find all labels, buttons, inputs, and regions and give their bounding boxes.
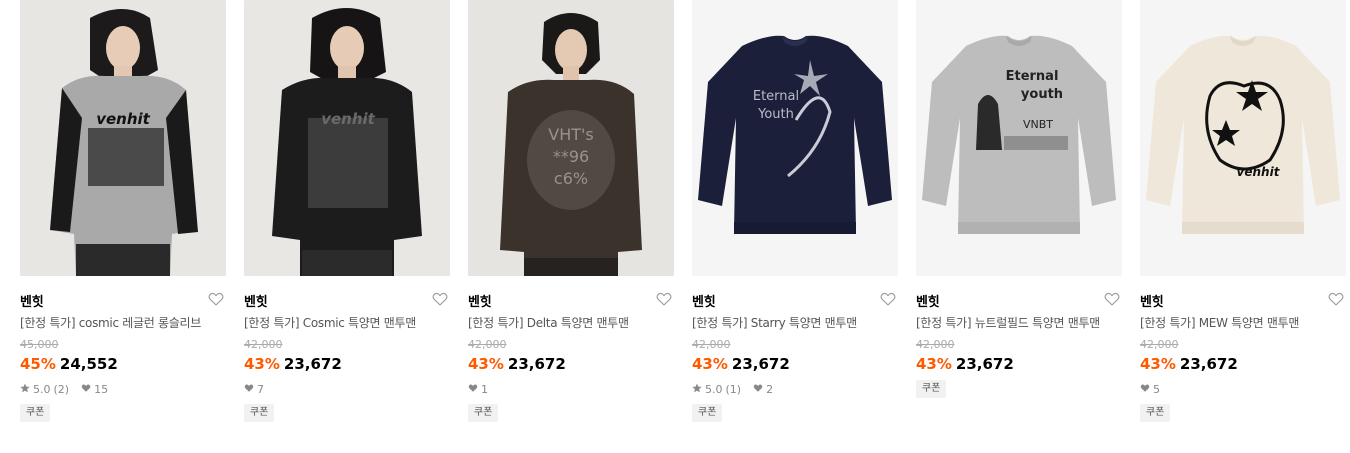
like-count: 5 (1153, 383, 1160, 396)
print-text: VHT's (548, 125, 593, 144)
original-price: 42,000 (244, 338, 283, 351)
brand-name[interactable]: 벤힛 (20, 295, 44, 310)
sale-price: 23,672 (1179, 355, 1238, 373)
product-meta: 5 (1140, 382, 1346, 397)
heart-filled-icon (1140, 383, 1150, 396)
product-name[interactable]: [한정 특가] cosmic 레글런 롱슬리브 (20, 315, 226, 331)
discount-rate: 43% (244, 355, 280, 373)
print-text: Eternal (1006, 69, 1059, 84)
brand-name[interactable]: 벤힛 (244, 295, 268, 310)
coupon-badge[interactable]: 쿠폰 (692, 404, 723, 422)
sale-price: 23,672 (507, 355, 566, 373)
original-price: 42,000 (1140, 338, 1179, 351)
sale-price: 23,672 (955, 355, 1014, 373)
heart-filled-icon (81, 383, 91, 396)
product-name[interactable]: [한정 특가] Delta 특양면 맨투맨 (468, 315, 674, 331)
brand-name[interactable]: 벤힛 (468, 295, 492, 310)
coupon-badge[interactable]: 쿠폰 (916, 380, 947, 398)
like-count: 15 (94, 383, 109, 396)
sale-price: 23,672 (283, 355, 342, 373)
print-text: venhit (321, 110, 375, 128)
product-name[interactable]: [한정 특가] 뉴트럴필드 특양면 맨투맨 (916, 315, 1122, 331)
brand-name[interactable]: 벤힛 (1140, 295, 1164, 310)
discount-rate: 43% (916, 355, 952, 373)
rating: 5.0 (705, 383, 723, 396)
product-card[interactable]: venhit 벤힛 [한정 특가] cosmic 레글런 롱슬리브 45,000… (20, 0, 226, 422)
original-price: 45,000 (20, 338, 59, 351)
product-name[interactable]: [한정 특가] Cosmic 특양면 맨투맨 (244, 315, 450, 331)
heart-outline-icon[interactable] (208, 291, 224, 307)
heart-filled-icon (244, 383, 254, 396)
product-meta: 7 (244, 382, 450, 397)
product-image[interactable]: VHT's **96 c6% (468, 0, 674, 276)
product-card[interactable]: venhit 벤힛 [한정 특가] MEW 특양면 맨투맨 42,000 43%… (1140, 0, 1346, 422)
original-price: 42,000 (468, 338, 507, 351)
rating: 5.0 (33, 383, 51, 396)
review-count: (1) (725, 383, 742, 396)
product-meta: 5.0 (1) 2 (692, 382, 898, 397)
print-text: venhit (1237, 165, 1281, 179)
product-grid: venhit 벤힛 [한정 특가] cosmic 레글런 롱슬리브 45,000… (0, 0, 1350, 453)
like-count: 2 (766, 383, 774, 396)
brand-name[interactable]: 벤힛 (916, 295, 940, 310)
heart-filled-icon (468, 383, 478, 396)
product-image[interactable]: venhit (244, 0, 450, 276)
discount-rate: 45% (20, 355, 56, 373)
product-card[interactable]: venhit 벤힛 [한정 특가] Cosmic 특양면 맨투맨 42,000 … (244, 0, 450, 422)
original-price: 42,000 (692, 338, 731, 351)
product-image[interactable]: Eternal Youth (692, 0, 898, 276)
star-icon (20, 383, 30, 396)
print-text: Eternal (753, 89, 799, 104)
coupon-badge[interactable]: 쿠폰 (468, 404, 499, 422)
product-card[interactable]: VHT's **96 c6% 벤힛 [한정 특가] Delta 특양면 맨투맨 … (468, 0, 674, 422)
print-text: youth (1021, 87, 1063, 102)
product-meta: 5.0 (2) 15 (20, 382, 226, 397)
sale-price: 23,672 (731, 355, 790, 373)
review-count: (2) (53, 383, 70, 396)
print-text: Youth (757, 107, 794, 122)
product-name[interactable]: [한정 특가] Starry 특양면 맨투맨 (692, 315, 898, 331)
heart-outline-icon[interactable] (1104, 291, 1120, 307)
sale-price: 24,552 (59, 355, 118, 373)
heart-outline-icon[interactable] (880, 291, 896, 307)
like-count: 1 (481, 383, 488, 396)
heart-outline-icon[interactable] (1328, 291, 1344, 307)
print-text: **96 (553, 147, 589, 166)
coupon-badge[interactable]: 쿠폰 (1140, 404, 1171, 422)
heart-outline-icon[interactable] (656, 291, 672, 307)
product-meta: 1 (468, 382, 674, 397)
product-image[interactable]: venhit (1140, 0, 1346, 276)
like-count: 7 (257, 383, 264, 396)
print-text: VNBT (1023, 118, 1053, 131)
product-image[interactable]: Eternal youth VNBT (916, 0, 1122, 276)
discount-rate: 43% (1140, 355, 1176, 373)
heart-filled-icon (753, 383, 763, 396)
product-card[interactable]: Eternal Youth 벤힛 [한정 특가] Starry 특양면 맨투맨 … (692, 0, 898, 422)
product-name[interactable]: [한정 특가] MEW 특양면 맨투맨 (1140, 315, 1346, 331)
brand-name[interactable]: 벤힛 (692, 295, 716, 310)
heart-outline-icon[interactable] (432, 291, 448, 307)
print-text: venhit (96, 110, 150, 128)
discount-rate: 43% (468, 355, 504, 373)
product-card[interactable]: Eternal youth VNBT 벤힛 [한정 특가] 뉴트럴필드 특양면 … (916, 0, 1122, 398)
discount-rate: 43% (692, 355, 728, 373)
original-price: 42,000 (916, 338, 955, 351)
coupon-badge[interactable]: 쿠폰 (20, 404, 51, 422)
product-image[interactable]: venhit (20, 0, 226, 276)
coupon-badge[interactable]: 쿠폰 (244, 404, 275, 422)
print-text: c6% (554, 169, 588, 188)
star-icon (692, 383, 702, 396)
